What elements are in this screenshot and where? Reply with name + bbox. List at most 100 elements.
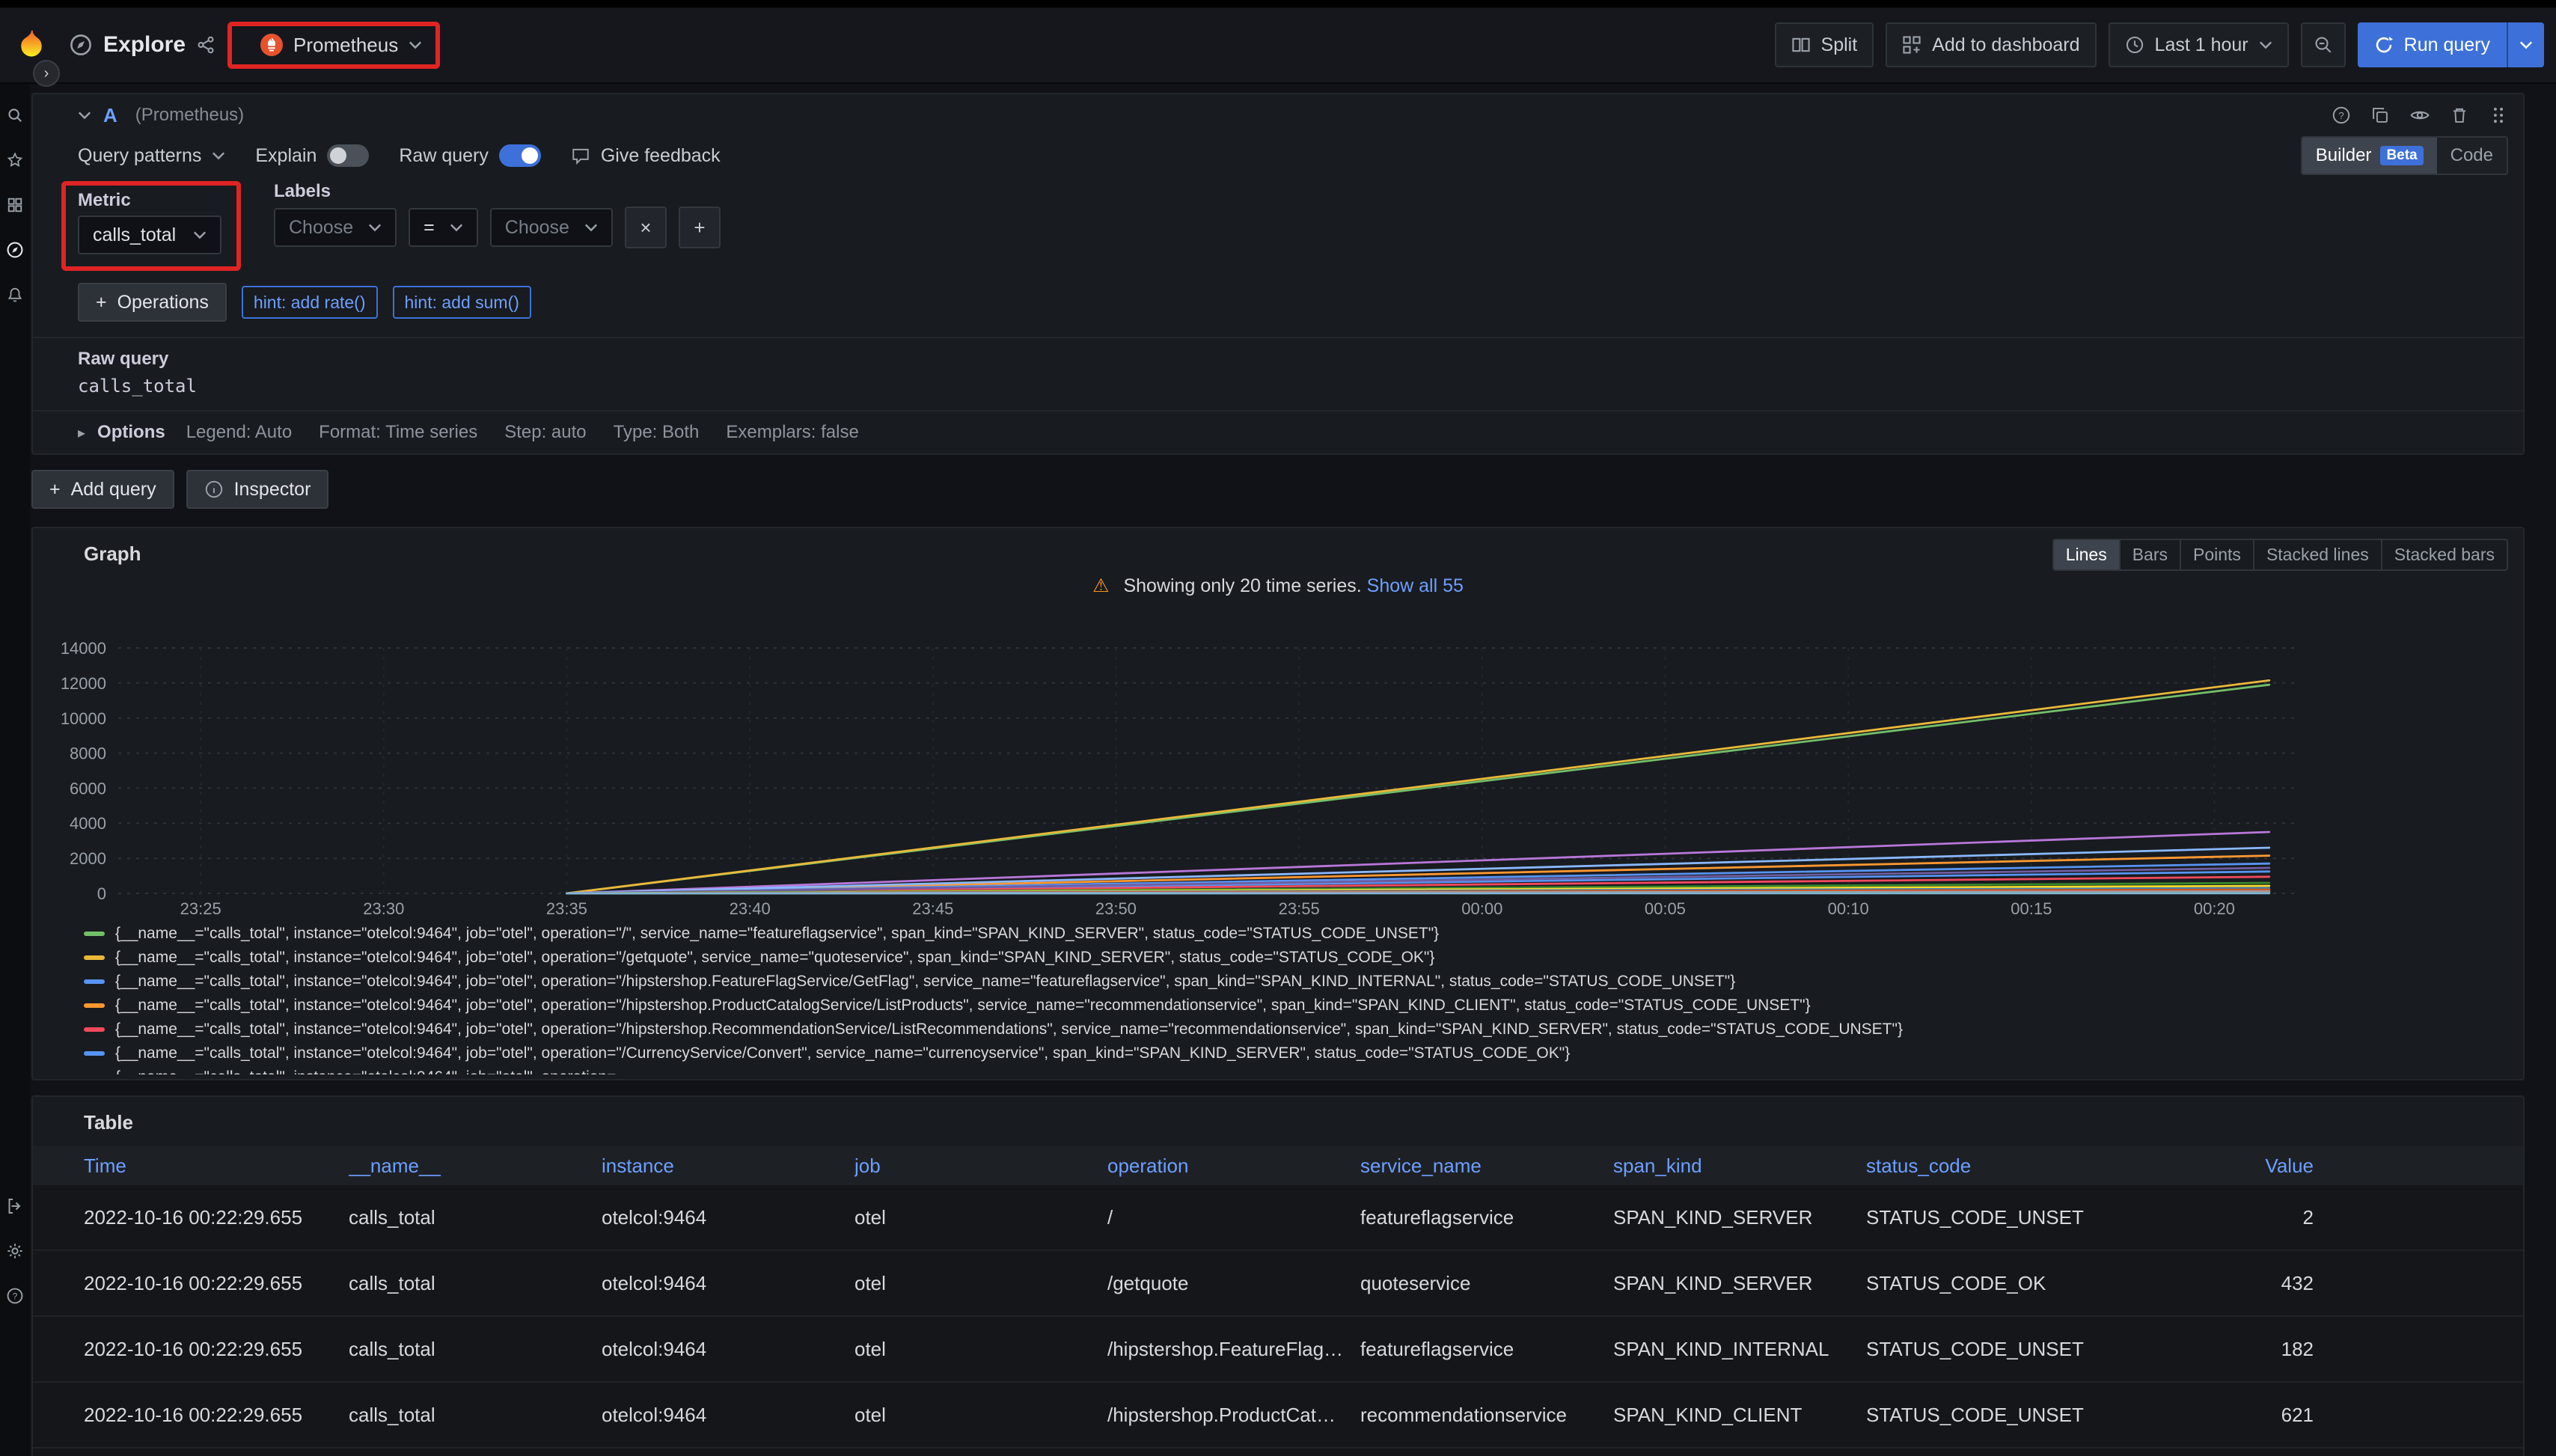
query-builder-area: Metric calls_total Labels Choose xyxy=(33,175,2523,337)
table-column-header[interactable]: Time xyxy=(33,1154,349,1178)
settings-gear-icon[interactable] xyxy=(0,1229,30,1273)
chevron-down-icon xyxy=(212,151,225,160)
table-cell: otelcol:9464 xyxy=(602,1272,854,1295)
graph-style-stacked-lines[interactable]: Stacked lines xyxy=(2253,540,2381,569)
annotation-box-datasource: Prometheus xyxy=(227,22,440,69)
label-name-select[interactable]: Choose xyxy=(274,208,397,247)
query-hint-button[interactable]: hint: add rate() xyxy=(242,286,378,319)
table-column-header[interactable]: job xyxy=(854,1154,1107,1178)
raw-query-value: calls_total xyxy=(78,376,2502,397)
datasource-picker[interactable]: Prometheus xyxy=(247,26,435,64)
add-to-dashboard-button[interactable]: Add to dashboard xyxy=(1886,22,2096,67)
legend-item[interactable]: {__name__="calls_total", instance="otelc… xyxy=(84,1018,2523,1041)
label-value-select[interactable]: Choose xyxy=(490,208,613,247)
metric-select[interactable]: calls_total xyxy=(78,215,221,254)
time-range-picker[interactable]: Last 1 hour xyxy=(2109,22,2289,67)
graph-style-bars[interactable]: Bars xyxy=(2119,540,2180,569)
explain-toggle[interactable] xyxy=(327,144,369,167)
datasource-name: Prometheus xyxy=(293,34,398,57)
builder-mode-button[interactable]: Builder Beta xyxy=(2302,138,2437,174)
add-label-button[interactable]: + xyxy=(679,207,721,248)
legend-item[interactable]: {__name__="calls_total", instance="otelc… xyxy=(84,922,2523,946)
table-header-row: Time__name__instancejoboperationservice_… xyxy=(33,1146,2523,1185)
graph-style-stacked-bars[interactable]: Stacked bars xyxy=(2381,540,2507,569)
query-editor-panel: A (Prometheus) ? xyxy=(31,93,2525,455)
chevron-down-icon xyxy=(2259,40,2272,49)
legend-item[interactable]: {__name__="calls_total", instance="otelc… xyxy=(84,970,2523,994)
sidebar-expand-button[interactable]: › xyxy=(33,60,60,87)
explore-nav-icon[interactable] xyxy=(0,227,30,272)
zoom-out-button[interactable] xyxy=(2301,22,2346,67)
explore-content: A (Prometheus) ? xyxy=(30,84,2556,1456)
drag-handle-icon[interactable] xyxy=(2489,105,2508,125)
options-summary: Legend: AutoFormat: Time seriesStep: aut… xyxy=(186,422,859,443)
hide-query-eye-icon[interactable] xyxy=(2409,105,2430,126)
beta-badge: Beta xyxy=(2380,146,2423,165)
query-hint-button[interactable]: hint: add sum() xyxy=(393,286,531,319)
query-datasource-hint: (Prometheus) xyxy=(135,105,244,126)
legend-item[interactable]: {__name__="calls_total", instance="otelc… xyxy=(84,994,2523,1018)
grafana-logo[interactable] xyxy=(15,28,48,61)
query-patterns-dropdown[interactable]: Query patterns xyxy=(78,145,225,167)
legend-series-label: {__name__="calls_total", instance="otelc… xyxy=(115,1044,1570,1062)
table-column-header[interactable]: __name__ xyxy=(349,1154,602,1178)
code-mode-button[interactable]: Code xyxy=(2437,138,2507,174)
split-button[interactable]: Split xyxy=(1775,22,1874,67)
raw-query-toggle[interactable] xyxy=(499,144,541,167)
plus-icon: + xyxy=(49,479,61,501)
label-operator-select[interactable]: = xyxy=(409,208,478,247)
options-row[interactable]: ▸ Options Legend: AutoFormat: Time serie… xyxy=(33,410,2523,453)
help-icon[interactable]: ? xyxy=(0,1273,30,1318)
table-column-header[interactable]: Value xyxy=(2119,1154,2523,1178)
option-stat: Legend: Auto xyxy=(186,422,292,443)
graph-style-toggle: LinesBarsPointsStacked linesStacked bars xyxy=(2052,539,2508,571)
legend-item[interactable]: {__name__="calls_total", instance="otelc… xyxy=(84,946,2523,970)
inspector-button[interactable]: Inspector xyxy=(186,470,329,509)
remove-label-button[interactable]: × xyxy=(625,207,667,248)
option-stat: Format: Time series xyxy=(319,422,477,443)
share-icon[interactable] xyxy=(196,35,215,55)
remove-query-trash-icon[interactable] xyxy=(2450,105,2469,125)
table-cell: 621 xyxy=(2119,1404,2523,1427)
give-feedback-link[interactable]: Give feedback xyxy=(571,145,721,167)
run-query-dropdown[interactable] xyxy=(2507,22,2544,67)
table-cell: calls_total xyxy=(349,1404,602,1427)
dashboards-icon[interactable] xyxy=(0,183,30,227)
split-icon xyxy=(1791,35,1811,55)
graph-style-lines[interactable]: Lines xyxy=(2054,540,2119,569)
run-query-button[interactable]: Run query xyxy=(2358,22,2544,67)
table-cell: featureflagservice xyxy=(1360,1206,1613,1229)
page-title: Explore xyxy=(103,32,186,58)
add-query-button[interactable]: + Add query xyxy=(31,470,174,509)
table-column-header[interactable]: service_name xyxy=(1360,1154,1613,1178)
legend-series-color xyxy=(84,955,105,960)
graph-style-points[interactable]: Points xyxy=(2180,540,2253,569)
table-cell: 2022-10-16 00:22:29.655 xyxy=(33,1338,349,1361)
graph-legend: {__name__="calls_total", instance="otelc… xyxy=(84,922,2523,1074)
search-icon[interactable] xyxy=(0,93,30,138)
time-series-chart[interactable]: 0200040006000800010000120001400023:2523:… xyxy=(33,617,2523,916)
table-panel-title: Table xyxy=(33,1107,2523,1137)
svg-text:8000: 8000 xyxy=(70,744,106,763)
legend-item[interactable]: {__name__="calls_total", instance="otelc… xyxy=(84,1041,2523,1065)
alerting-bell-icon[interactable] xyxy=(0,272,30,317)
sign-in-icon[interactable] xyxy=(0,1184,30,1229)
operations-button[interactable]: + Operations xyxy=(78,283,227,322)
options-label: Options xyxy=(97,422,165,443)
star-icon[interactable] xyxy=(0,138,30,183)
chart-host: 0200040006000800010000120001400023:2523:… xyxy=(33,617,2523,916)
svg-text:?: ? xyxy=(2338,110,2343,121)
table-panel: Table Time__name__instancejoboperationse… xyxy=(31,1095,2525,1456)
table-column-header[interactable]: operation xyxy=(1107,1154,1360,1178)
chevron-down-icon xyxy=(409,40,422,49)
legend-item[interactable]: {__name__="calls_total", instance="otelc… xyxy=(84,1065,2523,1074)
collapse-caret-icon[interactable] xyxy=(78,111,91,120)
table-column-header[interactable]: instance xyxy=(602,1154,854,1178)
show-all-series-link[interactable]: Show all 55 xyxy=(1367,575,1464,596)
table-column-header[interactable]: status_code xyxy=(1866,1154,2119,1178)
duplicate-query-icon[interactable] xyxy=(2370,105,2390,125)
query-help-icon[interactable]: ? xyxy=(2332,105,2351,125)
table-column-header[interactable]: span_kind xyxy=(1613,1154,1866,1178)
table-cell: calls_total xyxy=(349,1272,602,1295)
table-cell: /getquote xyxy=(1107,1272,1360,1295)
